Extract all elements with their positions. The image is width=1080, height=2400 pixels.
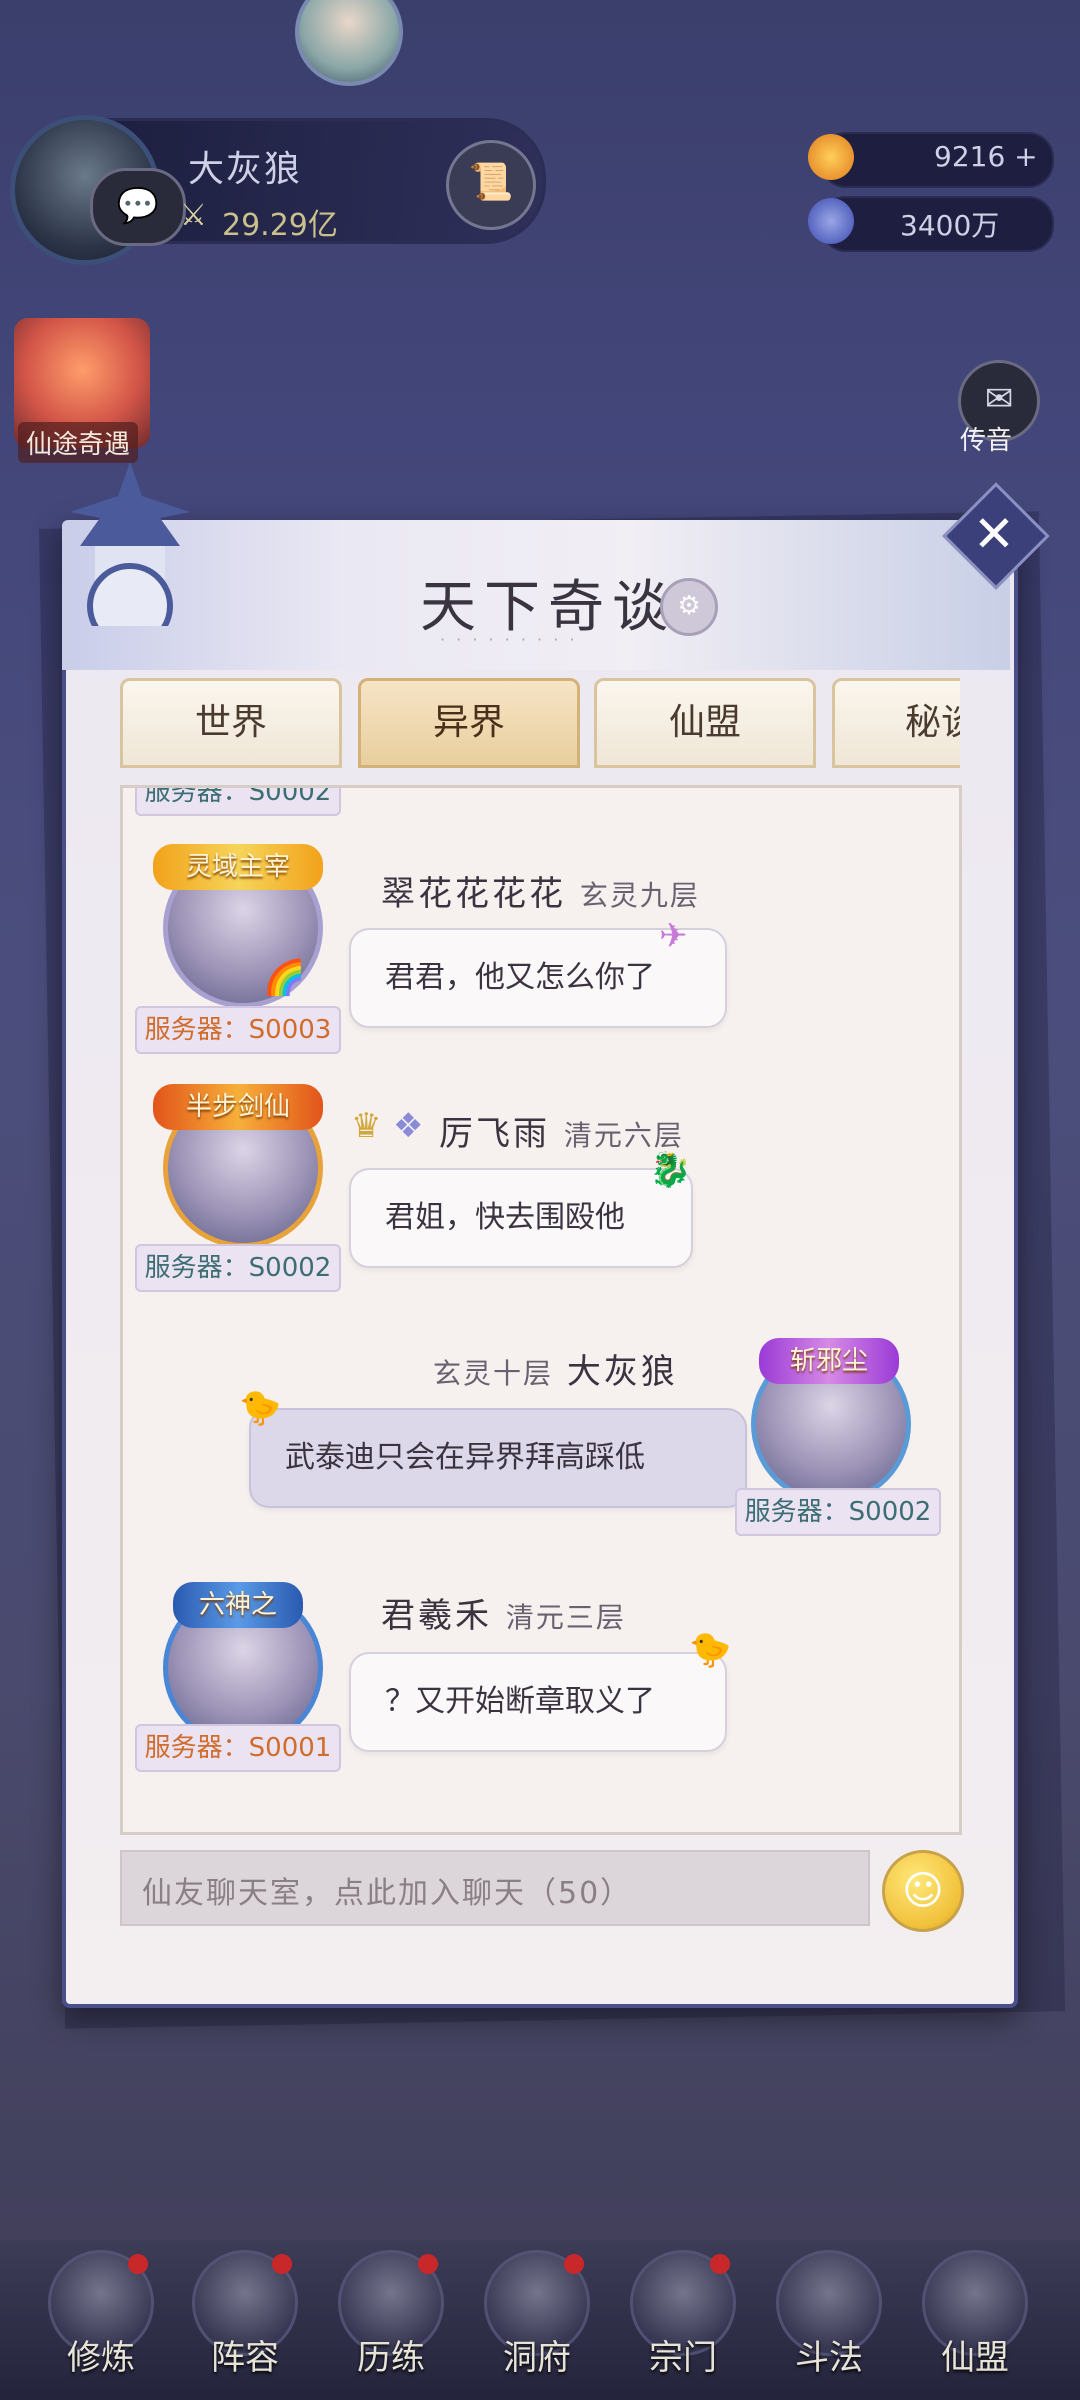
sender-name[interactable]: 厉飞雨 清元六层 — [439, 1106, 684, 1155]
sender-name-self[interactable]: 玄灵十层 大灰狼 — [433, 1344, 678, 1393]
dragon-icon: 🐉 — [649, 1150, 692, 1190]
resource-1-value: 9216 + — [934, 140, 1038, 173]
nav-label: 仙盟 — [941, 2338, 1009, 2378]
tab-bar: 世界 异界 仙盟 秘谈 — [120, 660, 960, 770]
close-icon[interactable]: ✕ — [960, 500, 1028, 568]
avatar-frame-title: 斩邪尘 — [759, 1338, 899, 1384]
nav-label: 历练 — [357, 2338, 425, 2378]
nav-cultivate[interactable]: 修炼 — [36, 2250, 166, 2390]
spirit-stone-icon — [808, 198, 854, 244]
server-label: 服务器：S0002 — [735, 1488, 941, 1536]
nav-cave[interactable]: 洞府 — [472, 2250, 602, 2390]
nav-alliance[interactable]: 仙盟 — [910, 2250, 1040, 2390]
rainbow-icon: 🌈 — [263, 958, 306, 998]
top-character-avatar[interactable] — [295, 0, 403, 86]
nav-label: 阵容 — [211, 2338, 279, 2378]
tab-secret[interactable]: 秘谈 — [832, 678, 960, 768]
chat-input-placeholder[interactable]: 仙友聊天室，点此加入聊天（50） — [142, 1868, 632, 1912]
nav-adventure[interactable]: 历练 — [326, 2250, 456, 2390]
nav-label: 洞府 — [503, 2338, 571, 2378]
nav-label: 斗法 — [795, 2338, 863, 2378]
message-bubble[interactable]: 君姐，快去围殴他 — [349, 1168, 693, 1268]
notification-dot — [272, 2254, 292, 2274]
settings-badge-icon[interactable]: ⚙ — [660, 578, 718, 636]
avatar-frame-title: 半步剑仙 — [153, 1084, 323, 1130]
nav-lineup[interactable]: 阵容 — [180, 2250, 310, 2390]
nav-duel[interactable]: 斗法 — [764, 2250, 894, 2390]
paper-plane-icon: ✈ — [659, 916, 688, 956]
mail-label: 传音 — [960, 426, 1013, 456]
resource-2-value: 3400万 — [900, 209, 1000, 242]
message-bubble-self[interactable]: 武泰迪只会在异界拜高踩低 — [249, 1408, 747, 1508]
sender-name[interactable]: 君羲禾 清元三层 — [381, 1588, 626, 1637]
player-power: 29.29亿 — [222, 208, 338, 243]
server-label: 服务器：S0002 — [135, 1244, 341, 1292]
message-bubble[interactable]: ？又开始断章取义了 — [349, 1652, 727, 1752]
emoji-icon[interactable]: ☺ — [882, 1850, 964, 1932]
badge-icon: ♛ — [351, 1106, 382, 1146]
scroll-icon[interactable]: 📜 — [446, 140, 536, 230]
nav-sect[interactable]: 宗门 — [618, 2250, 748, 2390]
nav-label: 修炼 — [67, 2338, 135, 2378]
badge-icon: ❖ — [393, 1106, 424, 1146]
sender-name[interactable]: 翠花花花花 玄灵九层 — [381, 866, 700, 915]
pagoda-icon — [70, 462, 190, 626]
notification-dot — [564, 2254, 584, 2274]
server-label: 服务器：S0002 — [135, 788, 341, 816]
chat-bubble-icon[interactable]: 💬 — [90, 168, 186, 246]
duck-icon: 🐤 — [239, 1388, 282, 1428]
chat-message-list[interactable]: 服务器：S0002 灵域主宰 🌈 服务器：S0003 翠花花花花 玄灵九层 君君… — [120, 785, 962, 1835]
tab-world[interactable]: 世界 — [120, 678, 342, 768]
player-name: 大灰狼 — [188, 149, 303, 190]
notification-dot — [418, 2254, 438, 2274]
notification-dot — [128, 2254, 148, 2274]
modal-title-ornament: · · · · · · · · · — [440, 630, 578, 649]
server-label: 服务器：S0001 — [135, 1724, 341, 1772]
nav-label: 宗门 — [649, 2338, 717, 2378]
tab-other-realm[interactable]: 异界 — [358, 678, 580, 768]
duck-icon: 🐤 — [689, 1630, 732, 1670]
notification-dot — [710, 2254, 730, 2274]
avatar-frame-title: 灵域主宰 — [153, 844, 323, 890]
flame-icon — [808, 134, 854, 180]
tab-alliance[interactable]: 仙盟 — [594, 678, 816, 768]
server-label: 服务器：S0003 — [135, 1006, 341, 1054]
sword-icon: ⚔ — [180, 198, 207, 233]
avatar-frame-title: 六神之 — [173, 1582, 303, 1628]
